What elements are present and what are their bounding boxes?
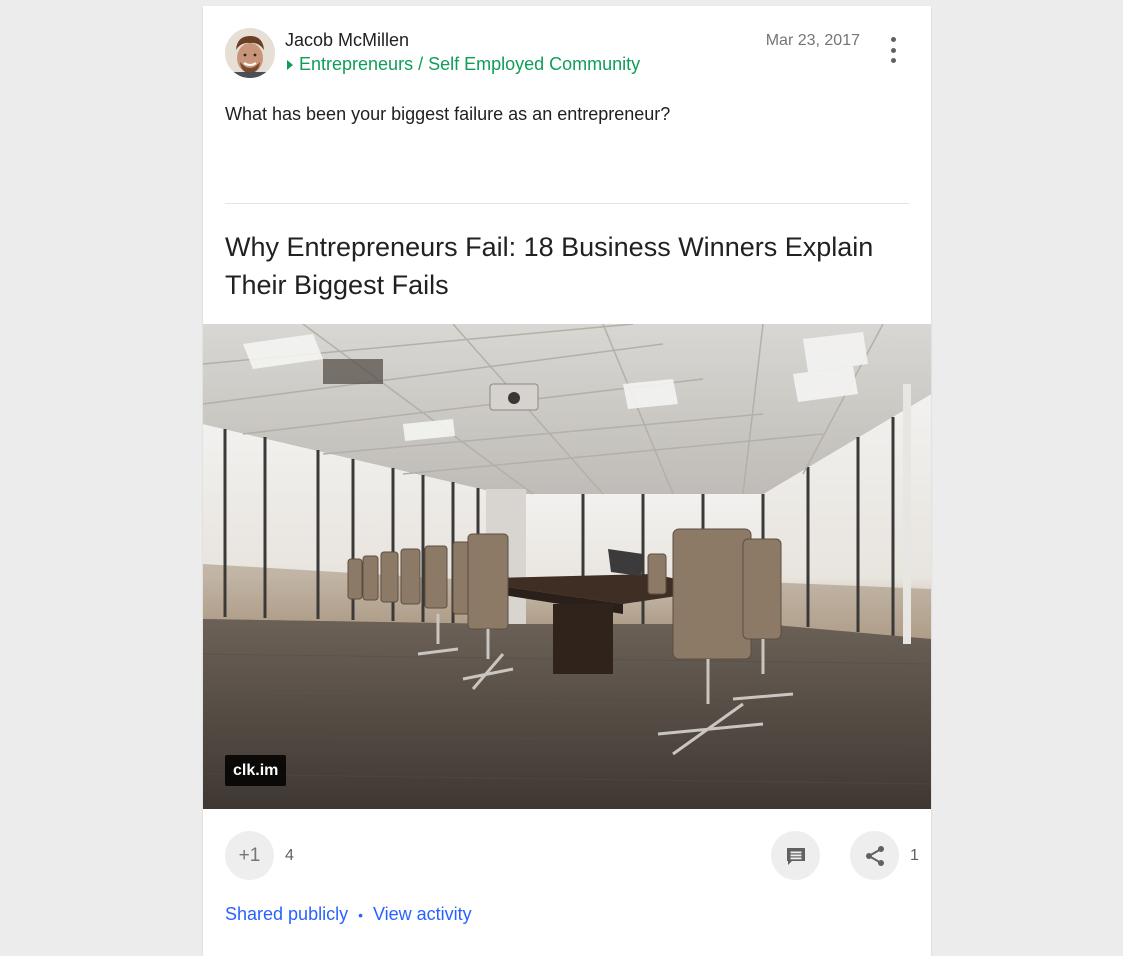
share-button[interactable] [850,831,899,880]
comment-icon [786,847,805,865]
triangle-right-icon [287,59,293,70]
share-icon [865,845,884,866]
link-title[interactable]: Why Entrepreneurs Fail: 18 Business Winn… [225,228,905,304]
plus-one-button[interactable]: +1 [225,831,274,880]
link-domain-badge[interactable]: clk.im [225,755,287,786]
footer-separator: • [358,906,363,923]
plus-one-count: 4 [285,847,294,864]
comment-button[interactable] [771,831,820,880]
link-preview-image[interactable]: clk.im [203,324,931,809]
community-name[interactable]: Entrepreneurs / Self Employed Community [299,54,640,75]
view-activity-link[interactable]: View activity [373,904,472,925]
share-count: 1 [910,847,919,864]
post-card: Jacob McMillen Entrepreneurs / Self Empl… [203,6,931,956]
shared-publicly-link[interactable]: Shared publicly [225,904,348,925]
divider [225,203,909,204]
author-name[interactable]: Jacob McMillen [285,30,409,51]
avatar[interactable] [225,28,275,78]
post-footer: Shared publicly • View activity [225,904,472,925]
post-text: What has been your biggest failure as an… [225,104,671,124]
community-link[interactable]: Entrepreneurs / Self Employed Community [285,54,640,75]
more-vert-icon[interactable] [887,37,899,63]
post-date[interactable]: Mar 23, 2017 [766,32,860,50]
